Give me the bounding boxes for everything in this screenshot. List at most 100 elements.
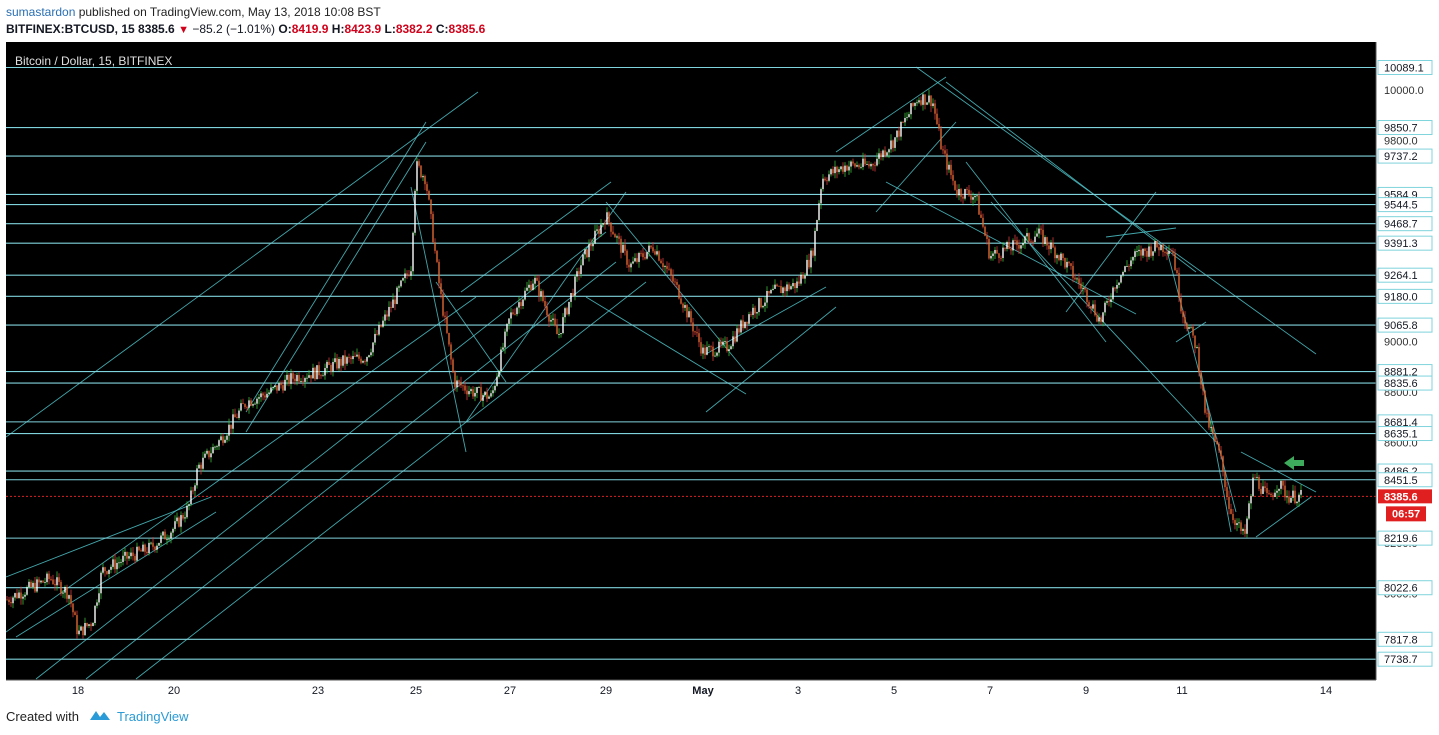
candle-body bbox=[1188, 327, 1190, 329]
candle-body bbox=[166, 539, 168, 540]
candle-body bbox=[360, 358, 362, 363]
candle-body bbox=[634, 258, 636, 262]
candle-body bbox=[624, 244, 626, 251]
candle-body bbox=[1058, 255, 1060, 261]
candle-body bbox=[490, 393, 492, 397]
candle-body bbox=[376, 333, 378, 335]
candle-body bbox=[448, 332, 450, 345]
candle-body bbox=[1098, 317, 1100, 322]
candle-body bbox=[1274, 492, 1276, 497]
candle-body bbox=[1102, 312, 1104, 323]
candle-body bbox=[850, 161, 852, 167]
candle-body bbox=[246, 407, 248, 408]
candle-body bbox=[784, 287, 786, 292]
candle-body bbox=[396, 287, 398, 304]
candle-body bbox=[596, 229, 598, 231]
candle-body bbox=[808, 259, 810, 268]
candle-body bbox=[886, 152, 888, 156]
candle-body bbox=[1178, 273, 1180, 298]
candle-body bbox=[74, 612, 76, 616]
candle-body bbox=[754, 307, 756, 314]
candle-body bbox=[752, 307, 754, 315]
candle-body bbox=[940, 128, 942, 150]
candle-body bbox=[982, 217, 984, 227]
candle-body bbox=[218, 440, 220, 447]
candle-body bbox=[786, 284, 788, 292]
candle-body bbox=[1180, 297, 1182, 312]
time-tick-label: May bbox=[692, 685, 714, 697]
candle-body bbox=[1060, 253, 1062, 261]
candle-body bbox=[826, 180, 828, 182]
chart-container[interactable]: Bitcoin / Dollar, 15, BITFINEX 10000.0 98… bbox=[6, 42, 1434, 702]
candle-body bbox=[854, 163, 856, 167]
publish-header: sumastardon published on TradingView.com… bbox=[6, 4, 485, 39]
candle-body bbox=[40, 580, 42, 583]
candle-body bbox=[422, 176, 424, 178]
candle-body bbox=[1024, 236, 1026, 244]
candle-body bbox=[1234, 520, 1236, 526]
candle-body bbox=[970, 195, 972, 200]
candle-body bbox=[544, 301, 546, 307]
time-tick-label: 5 bbox=[891, 685, 897, 697]
current-price-label: 8385.6 bbox=[1384, 491, 1418, 503]
candle-body bbox=[616, 236, 618, 238]
level-label: 9264.1 bbox=[1384, 270, 1418, 282]
candle-body bbox=[48, 573, 50, 580]
candle-body bbox=[636, 258, 638, 262]
candle-body bbox=[1092, 304, 1094, 309]
candle-body bbox=[1010, 249, 1012, 251]
candle-body bbox=[812, 250, 814, 256]
candle-body bbox=[1258, 476, 1260, 489]
candle-body bbox=[1290, 497, 1292, 503]
candle-body bbox=[484, 391, 486, 396]
candle-body bbox=[888, 149, 890, 153]
candle-body bbox=[96, 602, 98, 606]
candle-body bbox=[1174, 253, 1176, 271]
candle-body bbox=[290, 373, 292, 384]
candle-body bbox=[576, 271, 578, 277]
candle-body bbox=[512, 312, 514, 314]
candle-body bbox=[232, 414, 234, 429]
candle-body bbox=[870, 163, 872, 167]
candle-body bbox=[78, 630, 80, 635]
candle-body bbox=[818, 203, 820, 221]
candle-body bbox=[158, 542, 160, 546]
candle-body bbox=[734, 336, 736, 342]
candle-body bbox=[652, 247, 654, 252]
candle-body bbox=[798, 281, 800, 284]
tradingview-link[interactable]: TradingView bbox=[117, 709, 189, 724]
candle-body bbox=[1054, 247, 1056, 259]
candle-body bbox=[1226, 487, 1228, 497]
candle-body bbox=[84, 623, 86, 636]
candle-body bbox=[384, 314, 386, 321]
close-value: 8385.6 bbox=[448, 22, 486, 36]
candle-body bbox=[976, 195, 978, 197]
candle-body bbox=[642, 253, 644, 258]
candle-body bbox=[100, 572, 102, 594]
author-link[interactable]: sumastardon bbox=[6, 5, 75, 19]
down-arrow-icon: ▼ bbox=[178, 24, 189, 36]
candle-body bbox=[400, 280, 402, 287]
candle-body bbox=[1168, 250, 1170, 254]
candle-body bbox=[1218, 443, 1220, 451]
candle-body bbox=[148, 542, 150, 554]
candle-body bbox=[994, 249, 996, 254]
candle-body bbox=[1004, 247, 1006, 249]
candle-body bbox=[292, 373, 294, 379]
candle-body bbox=[428, 191, 430, 200]
candle-body bbox=[710, 346, 712, 348]
time-axis[interactable] bbox=[6, 680, 1376, 702]
candle-body bbox=[412, 232, 414, 272]
candle-body bbox=[462, 385, 464, 387]
candle-body bbox=[704, 347, 706, 355]
candle-body bbox=[398, 286, 400, 288]
candle-body bbox=[1122, 271, 1124, 276]
candle-body bbox=[736, 328, 738, 342]
candle-body bbox=[1090, 305, 1092, 309]
price-chart[interactable]: Bitcoin / Dollar, 15, BITFINEX 10000.098… bbox=[6, 42, 1434, 702]
candle-body bbox=[910, 103, 912, 115]
candle-body bbox=[1056, 255, 1058, 259]
candle-body bbox=[664, 266, 666, 267]
candle-body bbox=[1264, 486, 1266, 488]
candle-body bbox=[1082, 287, 1084, 289]
